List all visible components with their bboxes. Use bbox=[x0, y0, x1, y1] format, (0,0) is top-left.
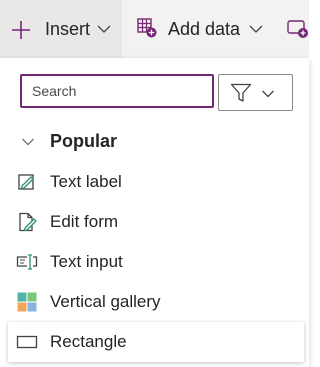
text-input-icon bbox=[16, 254, 38, 270]
item-label: Text label bbox=[50, 172, 122, 191]
insert-button[interactable]: Insert bbox=[0, 0, 122, 58]
section-label: Popular bbox=[50, 131, 118, 151]
add-data-button[interactable]: Add data bbox=[122, 0, 292, 58]
search-input[interactable] bbox=[20, 74, 214, 108]
list-item-rectangle[interactable]: Rectangle bbox=[8, 322, 304, 362]
text-label-icon bbox=[18, 174, 34, 190]
edit-form-icon bbox=[19, 212, 37, 232]
chevron-down-icon bbox=[97, 25, 111, 33]
list-item-edit-form[interactable]: Edit form bbox=[8, 202, 304, 242]
item-label: Text input bbox=[50, 252, 123, 271]
item-label: Vertical gallery bbox=[50, 292, 161, 311]
media-add-icon[interactable] bbox=[286, 17, 310, 41]
chevron-down-icon bbox=[262, 90, 274, 98]
list-item-text-input[interactable]: Text input bbox=[8, 242, 304, 282]
command-bar: Insert Add data bbox=[0, 0, 309, 58]
item-label: Edit form bbox=[50, 212, 119, 231]
insert-label: Insert bbox=[45, 19, 91, 39]
list-item-text-label[interactable]: Text label bbox=[8, 162, 304, 202]
chevron-down-icon bbox=[22, 138, 34, 146]
add-data-label: Add data bbox=[168, 19, 241, 39]
plus-icon bbox=[12, 21, 30, 39]
filter-button[interactable] bbox=[218, 74, 293, 111]
table-add-icon bbox=[137, 18, 157, 38]
chevron-down-icon bbox=[249, 25, 263, 33]
item-label: Rectangle bbox=[50, 332, 127, 351]
filter-icon bbox=[230, 83, 252, 102]
gallery-icon bbox=[17, 292, 37, 312]
rectangle-icon bbox=[16, 335, 38, 349]
list-item-vertical-gallery[interactable]: Vertical gallery bbox=[8, 282, 304, 322]
section-popular-header[interactable]: Popular bbox=[0, 126, 309, 158]
